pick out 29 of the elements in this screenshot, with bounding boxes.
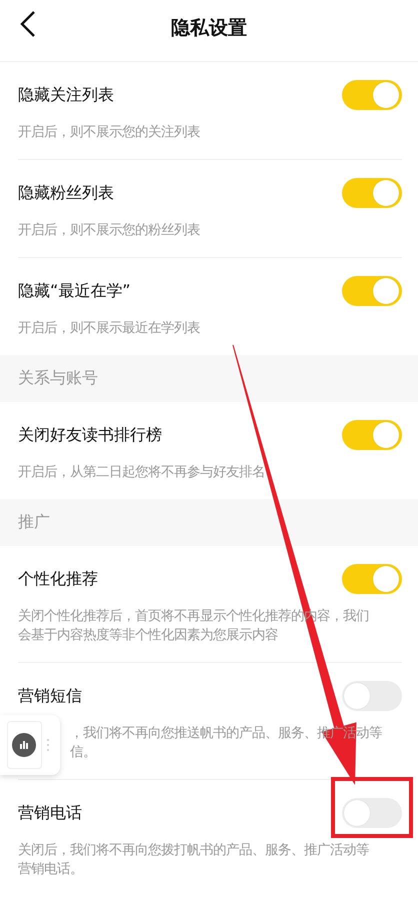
setting-description: 开启后，则不展示最近在学列表 <box>18 320 200 338</box>
setting-label: 隐藏关注列表 <box>18 84 114 106</box>
toggle-switch[interactable] <box>342 178 402 208</box>
toggle-switch[interactable] <box>342 420 402 450</box>
setting-description: 开启后，则不展示您的粉丝列表 <box>18 222 200 240</box>
back-icon <box>20 10 36 38</box>
setting-description: 会基于内容热度等非个性化因素为您展示内容 <box>18 626 278 645</box>
page-title: 隐私设置 <box>171 16 247 41</box>
setting-description: 关闭后，我们将不再向您拨打帆书的产品、服务、推广活动等 <box>18 842 369 860</box>
section-title: 关系与账号 <box>18 368 98 389</box>
toggle-switch[interactable] <box>342 798 402 828</box>
toggle-switch[interactable] <box>342 681 402 711</box>
toggle-switch[interactable] <box>342 80 402 110</box>
setting-label: 关闭好友读书排行榜 <box>18 424 162 446</box>
setting-description: 开启后，则不展示您的关注列表 <box>18 124 200 142</box>
toggle-switch[interactable] <box>342 276 402 306</box>
setting-label: 营销短信 <box>18 686 82 706</box>
setting-description: 营销电话。 <box>18 860 83 879</box>
audio-bars-icon <box>7 721 51 769</box>
setting-label: 隐藏粉丝列表 <box>18 182 114 204</box>
setting-label: 个性化推荐 <box>18 568 98 590</box>
setting-description: 开启后，从第二日起您将不再参与好友排名 <box>18 464 265 482</box>
section-title: 推广 <box>18 512 50 533</box>
toggle-switch[interactable] <box>342 564 402 594</box>
setting-description: 信。 <box>70 744 96 762</box>
floating-player[interactable] <box>0 715 60 775</box>
setting-label: 隐藏“最近在学” <box>18 280 131 302</box>
setting-label: 营销电话 <box>18 802 82 824</box>
setting-description: ，我们将不再向您推送帆书的产品、服务、推广活动等 <box>70 724 382 743</box>
